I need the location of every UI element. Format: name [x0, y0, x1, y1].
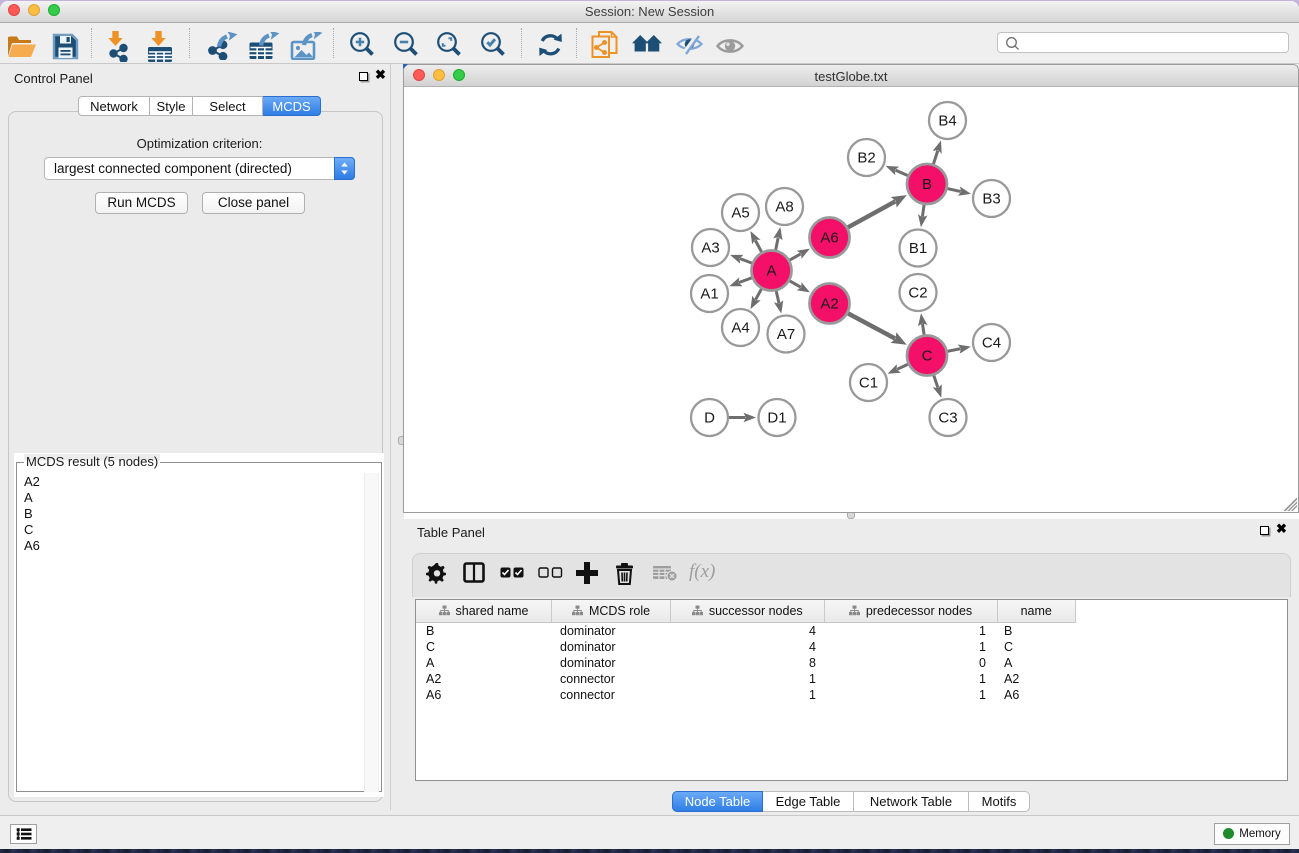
- svg-text:B4: B4: [938, 113, 956, 130]
- svg-text:C: C: [922, 348, 933, 365]
- svg-text:B2: B2: [857, 150, 875, 167]
- svg-text:A: A: [766, 263, 776, 280]
- svg-text:D: D: [704, 410, 715, 427]
- svg-text:B: B: [922, 176, 932, 193]
- svg-text:C1: C1: [859, 375, 878, 392]
- svg-text:A3: A3: [701, 240, 719, 257]
- svg-text:A4: A4: [731, 320, 749, 337]
- svg-text:A8: A8: [775, 199, 793, 216]
- svg-text:B3: B3: [982, 191, 1000, 208]
- svg-text:A7: A7: [777, 326, 795, 343]
- svg-text:C4: C4: [982, 335, 1001, 352]
- svg-text:C3: C3: [938, 410, 957, 427]
- svg-text:A6: A6: [820, 230, 838, 247]
- svg-text:A1: A1: [700, 286, 718, 303]
- svg-text:D1: D1: [767, 410, 786, 427]
- svg-text:A5: A5: [731, 205, 749, 222]
- svg-text:B1: B1: [909, 240, 927, 257]
- svg-text:C2: C2: [908, 285, 927, 302]
- svg-text:f(x): f(x): [689, 561, 715, 582]
- svg-text:A2: A2: [820, 296, 838, 313]
